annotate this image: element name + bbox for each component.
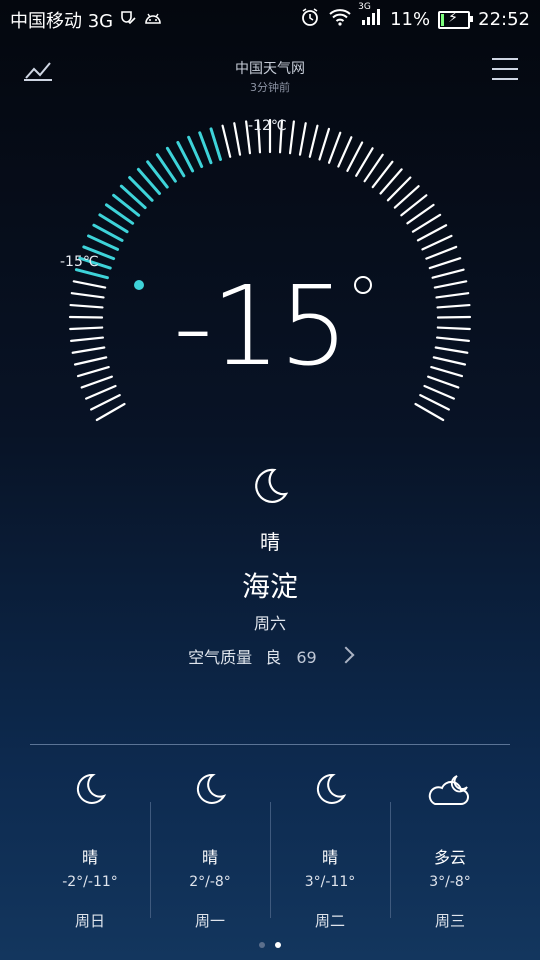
dial-tick — [72, 280, 107, 289]
page-indicator — [0, 942, 540, 948]
dial-tick — [90, 394, 121, 411]
dial-tick — [69, 336, 105, 343]
dial-tick — [416, 224, 448, 242]
forecast-day[interactable]: 晴 3°/-11° 周二 — [270, 770, 390, 930]
dial-tick — [221, 124, 232, 158]
current-temperature: -15 — [173, 262, 349, 390]
current-marker — [134, 280, 144, 290]
dial-tick-active — [209, 127, 222, 161]
max-temp-label: -12℃ — [248, 118, 287, 134]
dial-tick — [433, 280, 468, 289]
dial-tick — [298, 122, 307, 156]
dial-tick — [421, 234, 453, 251]
air-quality-level: 良 — [265, 648, 282, 667]
chevron-right-icon[interactable] — [337, 646, 355, 664]
dial-tick — [95, 402, 126, 422]
forecast-weekday: 周一 — [194, 912, 225, 930]
dial-tick — [427, 375, 460, 389]
update-time: 3分钟前 — [250, 81, 290, 94]
forecast-day[interactable]: 晴 -2°/-11° 周日 — [30, 770, 150, 930]
dial-tick — [434, 346, 469, 354]
signal-icon: 3G — [358, 2, 382, 31]
current-weekday: 周六 — [253, 614, 286, 633]
data-source: 中国天气网 — [235, 61, 305, 77]
alarm-icon — [300, 7, 320, 32]
status-right: 3G 11% ⚡ 22:52 — [300, 2, 530, 32]
forecast-condition: 晴 — [321, 848, 338, 867]
network-badge: 3G — [358, 2, 371, 12]
dial-tick — [436, 303, 471, 309]
degree-symbol — [354, 276, 372, 294]
dial-tick — [430, 366, 464, 378]
city-name[interactable]: 海淀 — [0, 565, 540, 605]
top-bar: 中国天气网 3分钟前 — [0, 52, 540, 94]
dial-tick — [71, 346, 106, 354]
dial-tick — [431, 268, 465, 279]
dial-tick — [435, 292, 470, 299]
dial-tick — [288, 120, 295, 155]
forecast-weekday: 周三 — [434, 912, 465, 930]
forecast-weekday: 周日 — [74, 912, 105, 930]
dial-tick-active — [187, 135, 204, 169]
forecast-range: 3°/-11° — [304, 874, 356, 890]
shield-check-icon — [119, 9, 137, 32]
forecast-day[interactable]: 晴 2°/-8° 周一 — [150, 770, 270, 930]
current-condition: 晴 — [260, 530, 280, 554]
moon-icon — [270, 770, 390, 818]
dial-tick — [73, 356, 108, 366]
dial-tick — [76, 366, 110, 378]
dial-tick — [69, 303, 104, 309]
battery-percent: 11% — [390, 9, 431, 30]
dial-tick — [69, 326, 104, 331]
dial-tick-active — [87, 234, 120, 251]
dial-tick-active — [198, 131, 213, 165]
air-quality-value: 69 — [296, 648, 317, 667]
dial-tick — [428, 257, 462, 270]
forecast-day[interactable]: 多云 3°/-8° 周三 — [390, 770, 510, 930]
page-dot-active[interactable] — [275, 942, 281, 948]
page-dot[interactable] — [259, 942, 265, 948]
forecast-condition: 晴 — [201, 848, 218, 867]
moon-icon — [150, 770, 270, 818]
forecast-condition: 多云 — [433, 848, 466, 867]
dial-tick — [419, 394, 450, 411]
min-temp-label: -15℃ — [60, 254, 99, 270]
carrier-label: 中国移动 3G — [10, 11, 114, 32]
dial-tick — [414, 402, 445, 422]
dial-tick — [436, 326, 471, 331]
dial-tick — [423, 384, 456, 400]
forecast-condition: 晴 — [81, 848, 98, 867]
forecast-list: 晴 -2°/-11° 周日 晴 2°/-8° 周一 晴 3°/-11° 周二 多… — [30, 770, 510, 930]
dial-tick-active — [74, 268, 109, 280]
moon-icon — [248, 464, 292, 508]
air-quality-label: 空气质量 — [188, 648, 253, 667]
air-quality-row[interactable]: 空气质量 良 69 — [0, 644, 540, 668]
dial-tick — [327, 131, 342, 164]
forecast-range: 3°/-8° — [429, 874, 471, 890]
dial-tick — [80, 375, 113, 389]
battery-charging-icon: ⚡ — [438, 10, 474, 29]
dial-tick — [346, 141, 364, 172]
dial-tick — [435, 336, 471, 343]
dial-tick — [318, 127, 331, 161]
cloud-moon-icon — [390, 770, 510, 818]
status-bar: 中国移动 3G 3G 11% ⚡ 22:52 — [0, 0, 540, 38]
dial-tick — [233, 122, 242, 156]
dial-tick — [432, 356, 467, 366]
status-left: 中国移动 3G — [10, 7, 163, 33]
wifi-icon — [328, 8, 352, 31]
forecast-range: -2°/-11° — [62, 874, 118, 890]
forecast-weekday: 周二 — [314, 912, 345, 930]
dial-tick — [70, 292, 105, 299]
forecast-range: 2°/-8° — [189, 874, 231, 890]
dial-tick — [308, 124, 319, 158]
divider — [30, 744, 510, 745]
dial-tick — [84, 384, 117, 400]
moon-icon — [30, 770, 150, 818]
clock: 22:52 — [478, 9, 530, 30]
menu-icon[interactable] — [492, 58, 518, 80]
dial-tick — [337, 136, 353, 168]
dial-tick — [425, 245, 458, 260]
android-icon — [143, 10, 163, 31]
